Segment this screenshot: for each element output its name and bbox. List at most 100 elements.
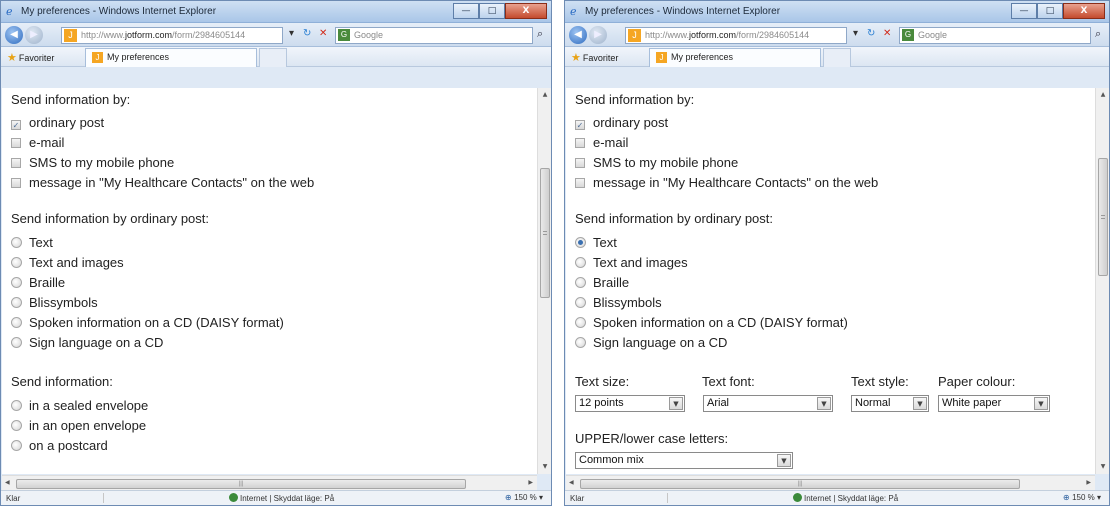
scroll-up-icon[interactable]: ▲ xyxy=(538,88,551,102)
close-button[interactable]: X xyxy=(505,3,547,19)
radio-option[interactable]: Sign language on a CD xyxy=(11,334,163,352)
radio-button[interactable] xyxy=(575,257,586,268)
horizontal-scrollbar[interactable]: ◀ ||| ▶ xyxy=(566,475,1095,491)
back-button[interactable]: ◀ xyxy=(5,26,23,44)
radio-button[interactable] xyxy=(575,297,586,308)
radio-button[interactable] xyxy=(575,277,586,288)
checkbox[interactable] xyxy=(575,178,585,188)
scroll-thumb[interactable] xyxy=(1098,158,1108,276)
forward-button[interactable]: ▶ xyxy=(25,26,43,44)
scroll-down-icon[interactable]: ▼ xyxy=(538,460,551,474)
checkbox-option[interactable]: message in "My Healthcare Contacts" on t… xyxy=(11,174,314,192)
stop-icon[interactable]: ✕ xyxy=(883,28,891,39)
address-bar[interactable]: Jhttp://www.jotform.com/form/2984605144 xyxy=(625,27,847,44)
forward-button[interactable]: ▶ xyxy=(589,26,607,44)
minimize-button[interactable]: — xyxy=(1011,3,1037,19)
search-icon[interactable]: ⌕ xyxy=(1095,27,1101,41)
radio-option[interactable]: Text xyxy=(575,234,617,252)
scroll-up-icon[interactable]: ▲ xyxy=(1096,88,1109,102)
paper-colour-select[interactable]: White paper ▼ xyxy=(938,395,1050,412)
checkbox-option[interactable]: e-mail xyxy=(575,134,628,152)
checkbox-option[interactable]: e-mail xyxy=(11,134,64,152)
refresh-icon[interactable]: ↻ xyxy=(867,28,875,39)
checkbox[interactable] xyxy=(11,138,21,148)
radio-option[interactable]: Text xyxy=(11,234,53,252)
radio-option[interactable]: Spoken information on a CD (DAISY format… xyxy=(11,314,284,332)
tab-my-preferences[interactable]: J My preferences xyxy=(85,48,257,67)
radio-option[interactable]: on a postcard xyxy=(11,437,108,455)
radio-option[interactable]: Braille xyxy=(575,274,629,292)
radio-option[interactable]: Sign language on a CD xyxy=(575,334,727,352)
vertical-scrollbar[interactable]: ▲ ▼ xyxy=(1095,88,1109,474)
checkbox-option[interactable]: ✓ ordinary post xyxy=(11,114,104,132)
checkbox[interactable] xyxy=(11,158,21,168)
vertical-scrollbar[interactable]: ▲ ▼ xyxy=(537,88,551,474)
radio-option[interactable]: Blissymbols xyxy=(575,294,662,312)
radio-button[interactable] xyxy=(11,237,22,248)
checkbox-option[interactable]: ✓ ordinary post xyxy=(575,114,668,132)
case-select[interactable]: Common mix ▼ xyxy=(575,452,793,469)
zoom-control[interactable]: ⊕ 150 % ▾ xyxy=(505,493,543,502)
text-style-select[interactable]: Normal ▼ xyxy=(851,395,929,412)
horizontal-scroll-thumb[interactable]: ||| xyxy=(16,479,466,489)
radio-button[interactable] xyxy=(11,317,22,328)
back-button[interactable]: ◀ xyxy=(569,26,587,44)
address-dropdown-icon[interactable]: ▾ xyxy=(853,28,858,39)
radio-option[interactable]: Blissymbols xyxy=(11,294,98,312)
radio-button[interactable] xyxy=(11,337,22,348)
zoom-control[interactable]: ⊕ 150 % ▾ xyxy=(1063,493,1101,502)
address-bar[interactable]: Jhttp://www.jotform.com/form/2984605144 xyxy=(61,27,283,44)
radio-button[interactable] xyxy=(575,317,586,328)
zoom-icon: ⊕ xyxy=(1062,493,1073,502)
maximize-button[interactable]: □ xyxy=(1037,3,1063,19)
radio-button[interactable] xyxy=(11,297,22,308)
minimize-button[interactable]: — xyxy=(453,3,479,19)
checkbox[interactable] xyxy=(575,158,585,168)
checkbox[interactable] xyxy=(11,178,21,188)
radio-selected[interactable] xyxy=(575,237,586,248)
search-input[interactable]: G Google xyxy=(335,27,533,44)
checkbox[interactable] xyxy=(575,138,585,148)
checkbox-checked[interactable]: ✓ xyxy=(575,120,585,130)
search-input[interactable]: G Google xyxy=(899,27,1091,44)
new-tab-button[interactable] xyxy=(259,48,287,67)
close-button[interactable]: X xyxy=(1063,3,1105,19)
radio-button[interactable] xyxy=(11,440,22,451)
checkbox-option[interactable]: message in "My Healthcare Contacts" on t… xyxy=(575,174,878,192)
radio-button[interactable] xyxy=(11,257,22,268)
radio-option[interactable]: Text and images xyxy=(11,254,124,272)
tab-my-preferences[interactable]: J My preferences xyxy=(649,48,821,67)
scroll-thumb[interactable] xyxy=(540,168,550,298)
scroll-left-icon[interactable]: ◀ xyxy=(5,479,10,486)
security-zone[interactable]: Internet | Skyddat läge: På xyxy=(229,493,334,503)
radio-button[interactable] xyxy=(11,277,22,288)
search-icon[interactable]: ⌕ xyxy=(537,27,543,41)
favorites-button[interactable]: ★ Favoriter xyxy=(571,51,618,64)
refresh-icon[interactable]: ↻ xyxy=(303,28,311,39)
text-font-select[interactable]: Arial ▼ xyxy=(703,395,833,412)
radio-option[interactable]: in a sealed envelope xyxy=(11,397,148,415)
text-size-select[interactable]: 12 points ▼ xyxy=(575,395,685,412)
scroll-left-icon[interactable]: ◀ xyxy=(569,479,574,486)
stop-icon[interactable]: ✕ xyxy=(319,28,327,39)
radio-button[interactable] xyxy=(575,337,586,348)
radio-button[interactable] xyxy=(11,400,22,411)
scroll-right-icon[interactable]: ▶ xyxy=(1086,479,1091,486)
maximize-button[interactable]: □ xyxy=(479,3,505,19)
new-tab-button[interactable] xyxy=(823,48,851,67)
checkbox-option[interactable]: SMS to my mobile phone xyxy=(575,154,738,172)
radio-option[interactable]: Text and images xyxy=(575,254,688,272)
radio-option[interactable]: Braille xyxy=(11,274,65,292)
favorites-button[interactable]: ★ Favoriter xyxy=(7,51,54,64)
checkbox-option[interactable]: SMS to my mobile phone xyxy=(11,154,174,172)
radio-option[interactable]: in an open envelope xyxy=(11,417,146,435)
security-zone[interactable]: Internet | Skyddat läge: På xyxy=(793,493,898,503)
radio-button[interactable] xyxy=(11,420,22,431)
radio-option[interactable]: Spoken information on a CD (DAISY format… xyxy=(575,314,848,332)
scroll-down-icon[interactable]: ▼ xyxy=(1096,460,1109,474)
checkbox-checked[interactable]: ✓ xyxy=(11,120,21,130)
scroll-right-icon[interactable]: ▶ xyxy=(528,479,533,486)
horizontal-scroll-thumb[interactable]: ||| xyxy=(580,479,1020,489)
address-dropdown-icon[interactable]: ▾ xyxy=(289,28,294,39)
horizontal-scrollbar[interactable]: ◀ ||| ▶ xyxy=(2,475,537,491)
